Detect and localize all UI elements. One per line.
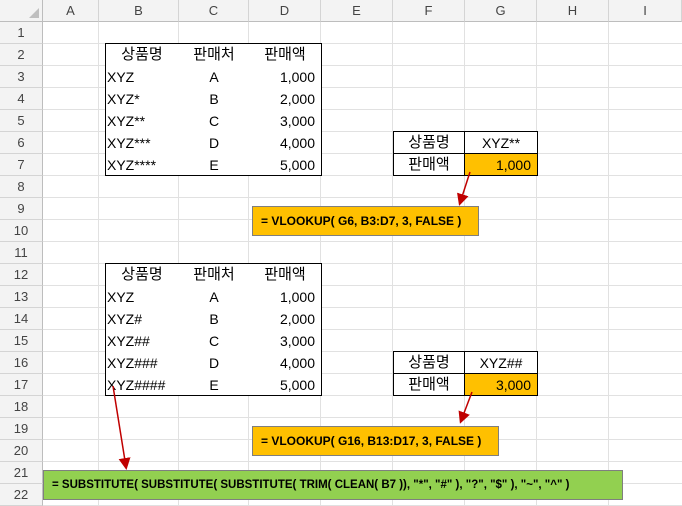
- arrow-icon: [457, 171, 471, 206]
- arrow-icon: [112, 385, 131, 470]
- callout-arrows: [112, 171, 473, 470]
- arrow-icon: [458, 391, 473, 424]
